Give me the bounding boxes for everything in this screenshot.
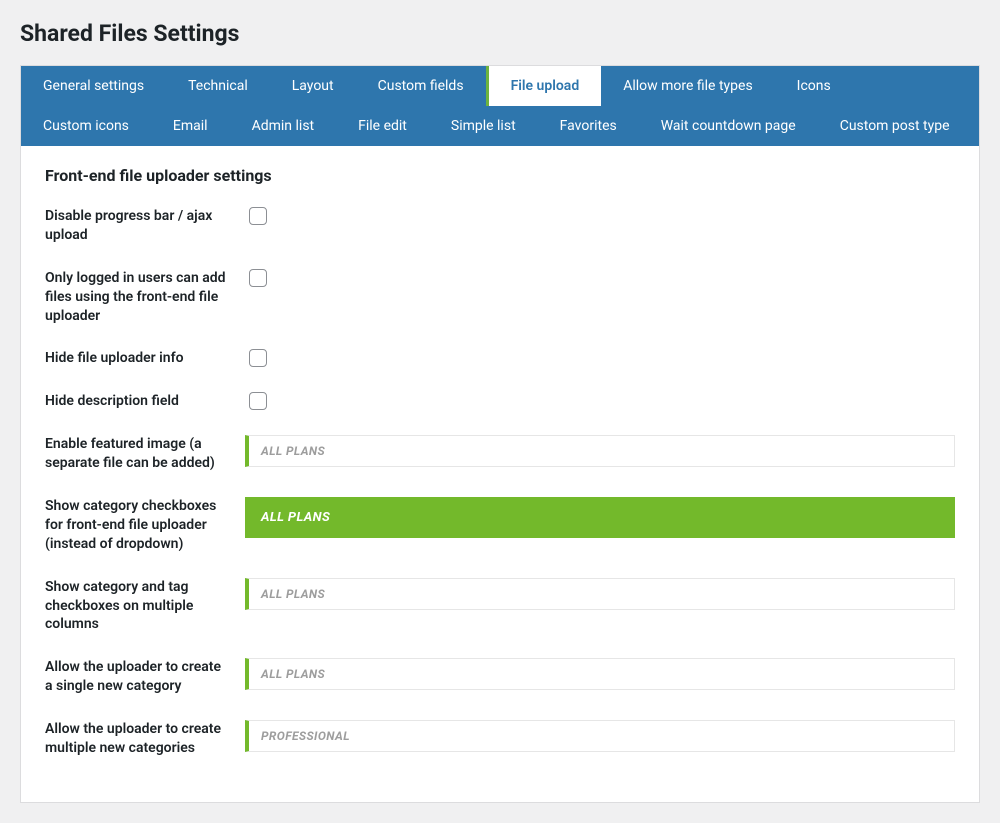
setting-control bbox=[245, 349, 955, 367]
plan-badge[interactable]: PROFESSIONAL bbox=[245, 720, 955, 752]
setting-control bbox=[245, 392, 955, 410]
tab-technical[interactable]: Technical bbox=[166, 66, 270, 106]
tab-favorites[interactable]: Favorites bbox=[538, 106, 639, 146]
setting-control bbox=[245, 269, 955, 287]
tab-icons[interactable]: Icons bbox=[775, 66, 853, 106]
setting-label: Disable progress bar / ajax upload bbox=[45, 207, 245, 245]
setting-row: Show category and tag checkboxes on mult… bbox=[45, 578, 955, 635]
tab-custom-icons[interactable]: Custom icons bbox=[21, 106, 151, 146]
tab-content: Front-end file uploader settings Disable… bbox=[21, 146, 979, 802]
setting-control: ALL PLANS bbox=[245, 578, 955, 610]
tab-file-upload[interactable]: File upload bbox=[486, 66, 602, 106]
section-title: Front-end file uploader settings bbox=[45, 166, 955, 185]
setting-label: Hide description field bbox=[45, 392, 245, 411]
setting-control: ALL PLANS bbox=[245, 658, 955, 690]
tab-wait-countdown-page[interactable]: Wait countdown page bbox=[639, 106, 818, 146]
tab-custom-post-type[interactable]: Custom post type bbox=[818, 106, 972, 146]
setting-label: Only logged in users can add files using… bbox=[45, 269, 245, 326]
page-title: Shared Files Settings bbox=[20, 20, 980, 47]
setting-label: Show category and tag checkboxes on mult… bbox=[45, 578, 245, 635]
setting-control: ALL PLANS bbox=[245, 435, 955, 467]
setting-row: Enable featured image (a separate file c… bbox=[45, 435, 955, 473]
setting-control: ALL PLANS bbox=[245, 497, 955, 538]
setting-row: Hide description field bbox=[45, 392, 955, 411]
setting-label: Allow the uploader to create multiple ne… bbox=[45, 720, 245, 758]
setting-label: Hide file uploader info bbox=[45, 349, 245, 368]
checkbox-input[interactable] bbox=[249, 207, 267, 225]
checkbox-input[interactable] bbox=[249, 269, 267, 287]
setting-label: Enable featured image (a separate file c… bbox=[45, 435, 245, 473]
setting-row: Disable progress bar / ajax upload bbox=[45, 207, 955, 245]
tab-layout[interactable]: Layout bbox=[270, 66, 356, 106]
setting-label: Allow the uploader to create a single ne… bbox=[45, 658, 245, 696]
setting-row: Show category checkboxes for front-end f… bbox=[45, 497, 955, 554]
tabs-nav: General settingsTechnicalLayoutCustom fi… bbox=[21, 66, 979, 146]
checkbox-input[interactable] bbox=[249, 392, 267, 410]
setting-control bbox=[245, 207, 955, 225]
settings-panel: General settingsTechnicalLayoutCustom fi… bbox=[20, 65, 980, 803]
setting-row: Allow the uploader to create a single ne… bbox=[45, 658, 955, 696]
setting-label: Show category checkboxes for front-end f… bbox=[45, 497, 245, 554]
plan-badge[interactable]: ALL PLANS bbox=[245, 578, 955, 610]
plan-badge[interactable]: ALL PLANS bbox=[245, 497, 955, 538]
setting-row: Allow the uploader to create multiple ne… bbox=[45, 720, 955, 758]
checkbox-input[interactable] bbox=[249, 349, 267, 367]
tab-email[interactable]: Email bbox=[151, 106, 230, 146]
tab-custom-fields[interactable]: Custom fields bbox=[356, 66, 486, 106]
tab-allow-more-file-types[interactable]: Allow more file types bbox=[601, 66, 774, 106]
tab-file-edit[interactable]: File edit bbox=[336, 106, 429, 146]
tab-simple-list[interactable]: Simple list bbox=[429, 106, 538, 146]
tab-admin-list[interactable]: Admin list bbox=[230, 106, 337, 146]
setting-control: PROFESSIONAL bbox=[245, 720, 955, 752]
plan-badge[interactable]: ALL PLANS bbox=[245, 658, 955, 690]
settings-list: Disable progress bar / ajax upload Only l… bbox=[45, 207, 955, 758]
setting-row: Hide file uploader info bbox=[45, 349, 955, 368]
setting-row: Only logged in users can add files using… bbox=[45, 269, 955, 326]
plan-badge[interactable]: ALL PLANS bbox=[245, 435, 955, 467]
tab-general-settings[interactable]: General settings bbox=[21, 66, 166, 106]
